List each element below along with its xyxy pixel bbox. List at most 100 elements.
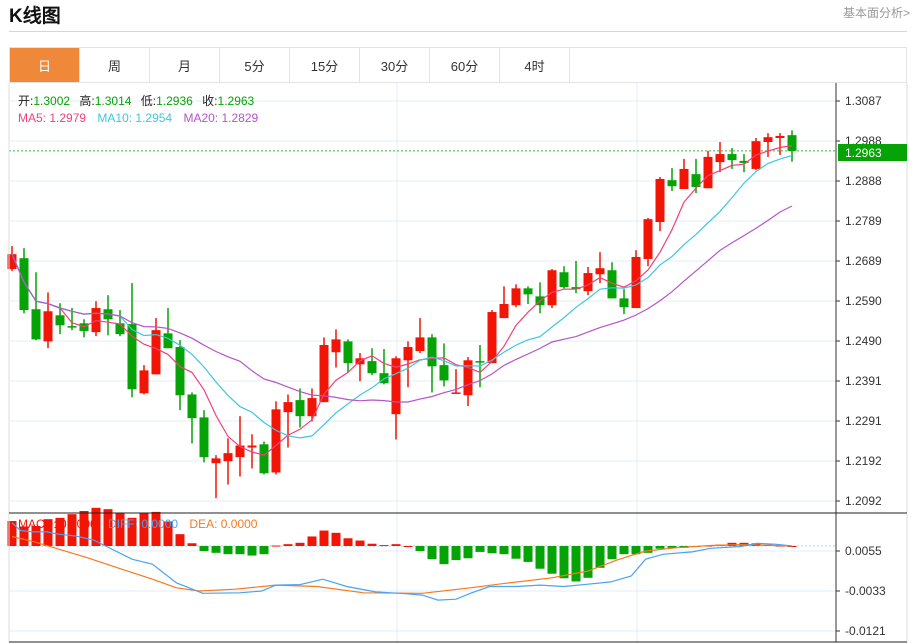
macd-bar [571, 546, 581, 582]
candle [487, 310, 497, 364]
macd-bar [475, 546, 485, 552]
candle [259, 441, 269, 475]
candle-body [259, 444, 269, 474]
candle [127, 283, 137, 398]
candle-body [487, 312, 497, 364]
candle-body [427, 337, 437, 367]
price-tick-label: 1.2291 [845, 414, 882, 428]
candle [439, 343, 449, 387]
price-tick-label: 1.2391 [845, 374, 882, 388]
macd-bar [511, 546, 521, 559]
macd-bar [283, 544, 293, 546]
macd-bar [547, 546, 557, 574]
macd-bar [355, 540, 365, 546]
candle-body [331, 339, 341, 353]
macd-bar [439, 546, 449, 565]
candle [499, 286, 509, 319]
candle [427, 334, 437, 393]
ma-info: MA5: 1.2979 MA10: 1.2954 MA20: 1.2829 [18, 111, 258, 125]
macd-bar [211, 546, 221, 553]
macd-bar [499, 546, 509, 555]
macd-bar [487, 546, 497, 554]
kline-chart[interactable]: 1.30871.29881.28881.27891.26891.25901.24… [0, 0, 916, 644]
candle [415, 318, 425, 354]
macd-value: MACD: 0.0000 [18, 517, 97, 531]
high-value: 1.3014 [95, 94, 132, 108]
candle-body [19, 258, 29, 311]
candle-body [451, 392, 461, 394]
macd-bar [559, 546, 569, 579]
candle-body [271, 409, 281, 473]
candle [187, 392, 197, 444]
candle-body [763, 137, 773, 143]
candle [391, 356, 401, 440]
candle-body [667, 180, 677, 187]
macd-bar [595, 546, 605, 568]
ma20-value: MA20: 1.2829 [183, 111, 258, 125]
candle-body [31, 309, 41, 340]
candle-body [679, 168, 689, 190]
candle [763, 133, 773, 157]
candle-body [247, 445, 257, 448]
candle [355, 353, 365, 382]
candle [679, 158, 689, 190]
low-label: 低: [141, 94, 156, 108]
candle [631, 250, 641, 309]
price-tick-label: 1.3087 [845, 94, 882, 108]
macd-bar [391, 544, 401, 546]
candle [31, 272, 41, 341]
candle [715, 142, 725, 173]
macd-bar [535, 546, 545, 569]
candle-body [547, 270, 557, 306]
price-tick-label: 1.2689 [845, 254, 882, 268]
candle [175, 340, 185, 411]
macd-bar [655, 546, 665, 549]
candle-body [295, 400, 305, 417]
price-tick-label: 1.2092 [845, 494, 882, 508]
close-label: 收: [202, 94, 217, 108]
macd-bar [403, 546, 413, 547]
candle [583, 267, 593, 296]
macd-bar [319, 530, 329, 546]
candle [619, 289, 629, 315]
candle-body [595, 268, 605, 275]
candle [367, 348, 377, 376]
ma10-line [11, 154, 793, 439]
candle [535, 282, 545, 314]
candle-body [559, 272, 569, 288]
macd-bar [259, 546, 269, 555]
candle [343, 339, 353, 373]
candle [91, 301, 101, 337]
candle-body [43, 311, 53, 342]
candle-body [703, 156, 713, 189]
candle [79, 319, 89, 338]
candle-body [367, 361, 377, 374]
macd-info: MACD: 0.0000 DIFF: 0.0000 DEA: 0.0000 [18, 517, 258, 531]
candle [547, 269, 557, 309]
candle [655, 176, 665, 232]
candle [199, 410, 209, 463]
candle [463, 357, 473, 407]
candle [331, 329, 341, 368]
macd-tick-label: 0.0055 [845, 544, 882, 558]
macd-bar [607, 546, 617, 560]
low-value: 1.2936 [156, 94, 193, 108]
candle [667, 168, 677, 192]
macd-bar [247, 546, 257, 556]
candle-body [787, 135, 797, 151]
candle-body [67, 326, 77, 328]
macd-bar [583, 546, 593, 578]
candle [559, 266, 569, 289]
price-tick-label: 1.2590 [845, 294, 882, 308]
candle-body [175, 347, 185, 396]
macd-bar [343, 538, 353, 546]
candle-body [775, 135, 785, 138]
candle [295, 388, 305, 428]
candle [511, 284, 521, 308]
macd-bar [307, 536, 317, 546]
macd-bar [187, 543, 197, 546]
candle-body [115, 323, 125, 335]
macd-bar [523, 546, 533, 562]
candle-body [199, 417, 209, 458]
candle-body [523, 288, 533, 295]
